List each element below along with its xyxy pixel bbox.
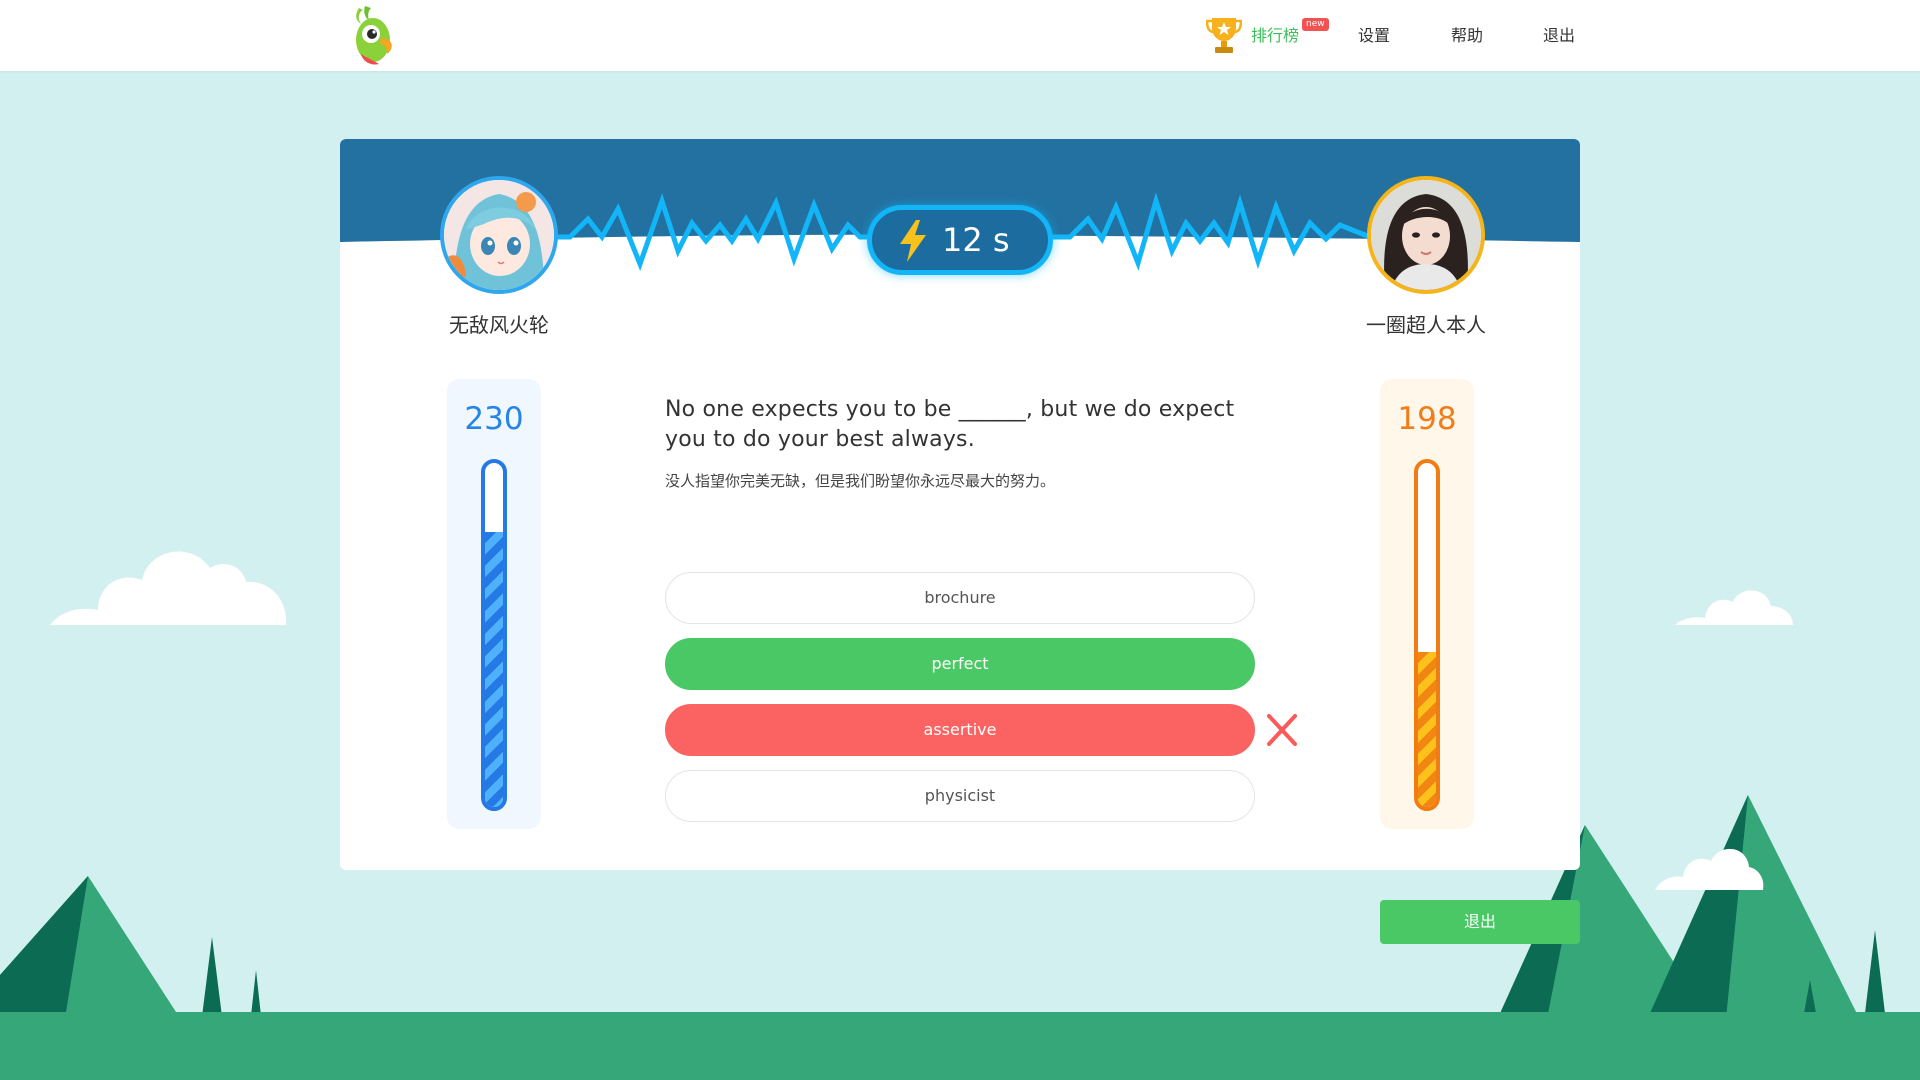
timer-value: 12 s xyxy=(942,221,1010,259)
cloud-decoration xyxy=(50,551,287,625)
question-text: No one expects you to be ______, but we … xyxy=(665,397,1235,452)
nav-help[interactable]: 帮助 xyxy=(1451,0,1483,71)
new-badge: new xyxy=(1302,18,1329,31)
wrong-cross-icon xyxy=(1267,714,1297,746)
nav-leaderboard-label: 排行榜 xyxy=(1251,26,1300,45)
answer-option-correct[interactable]: perfect xyxy=(665,638,1255,690)
player-right-name: 一圈超人本人 xyxy=(1366,313,1486,337)
question-translation: 没人指望你完美无缺，但是我们盼望你永远尽最大的努力。 xyxy=(665,472,1056,490)
player-right-score-meter: 198 xyxy=(1380,379,1474,829)
player-right-progress-bar xyxy=(1414,459,1440,811)
player-left-progress-fill xyxy=(485,531,503,807)
nav-settings[interactable]: 设置 xyxy=(1358,0,1390,71)
player-right-score: 198 xyxy=(1397,401,1457,437)
exit-battle-button[interactable]: 退出 xyxy=(1380,900,1580,944)
user-photo-avatar-icon xyxy=(1371,180,1481,290)
trophy-icon xyxy=(1206,18,1242,53)
nav-logout[interactable]: 退出 xyxy=(1543,0,1575,71)
answer-option[interactable]: brochure xyxy=(665,572,1255,624)
player-left-score: 230 xyxy=(464,401,524,437)
player-right-avatar xyxy=(1367,176,1485,294)
player-left-score-meter: 230 xyxy=(447,379,541,829)
player-left-progress-bar xyxy=(481,459,507,811)
countdown-timer: 12 s xyxy=(867,205,1053,275)
battle-card: 无敌风火轮 12 s 一圈超人本人 230 198 No one expects… xyxy=(340,139,1580,870)
player-left-avatar xyxy=(440,176,558,294)
player-right-progress-fill xyxy=(1418,652,1436,807)
answer-option[interactable]: physicist xyxy=(665,770,1255,822)
anime-avatar-icon xyxy=(444,180,554,290)
lightning-icon xyxy=(900,220,926,262)
ground-strip xyxy=(0,1012,1920,1080)
cloud-decoration xyxy=(1655,848,1764,890)
player-left-name: 无敌风火轮 xyxy=(449,313,549,337)
parrot-logo-icon[interactable] xyxy=(349,4,399,68)
top-navigation-bar: 排行榜 new 设置 帮助 退出 xyxy=(0,0,1920,71)
answer-option-wrong[interactable]: assertive xyxy=(665,704,1255,756)
cloud-decoration xyxy=(1675,590,1793,625)
